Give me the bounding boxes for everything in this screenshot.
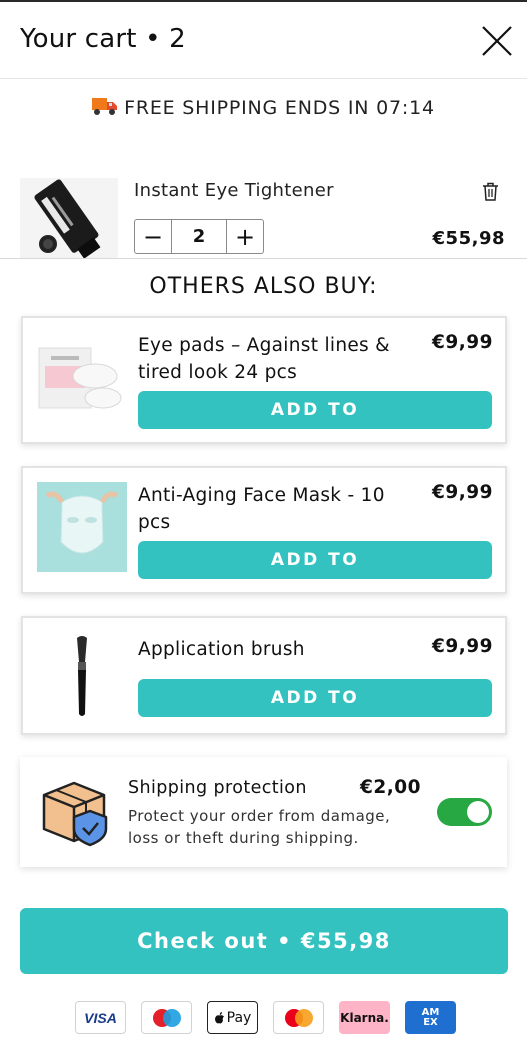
free-shipping-banner: FREE SHIPPING ENDS IN 07:14: [0, 96, 527, 121]
quantity-value[interactable]: 2: [171, 220, 227, 253]
quantity-stepper: − 2 +: [134, 219, 264, 254]
klarna-icon: Klarna.: [339, 1001, 390, 1034]
product-price: €9,99: [431, 332, 493, 353]
payment-methods: VISA Pay Klarna. AM EX: [75, 1001, 456, 1035]
upsell-card-face-mask: Anti-Aging Face Mask - 10 pcs €9,99 ADD …: [21, 466, 507, 594]
amex-label: AM EX: [421, 1006, 440, 1028]
toggle-knob: [467, 801, 489, 823]
mastercard-icon: [273, 1001, 324, 1034]
shipping-protection: Shipping protection €2,00 Protect your o…: [20, 757, 507, 867]
maestro-icon: [141, 1001, 192, 1034]
product-price: €9,99: [431, 636, 493, 657]
truck-icon: [92, 96, 118, 121]
divider: [0, 258, 527, 259]
upsell-card-eye-pads: Eye pads – Against lines & tired look 24…: [21, 316, 507, 444]
cart-title: Your cart • 2: [20, 24, 186, 54]
product-thumbnail: [20, 178, 118, 258]
visa-icon: VISA: [75, 1001, 126, 1034]
increase-quantity-button[interactable]: +: [227, 220, 263, 253]
product-price: €9,99: [431, 482, 493, 503]
shield-box-icon: [40, 777, 112, 847]
upsell-title: OTHERS ALSO BUY:: [149, 274, 378, 299]
face-mask-image: [37, 482, 127, 572]
brush-image: [37, 632, 127, 722]
checkout-button[interactable]: Check out • €55,98: [20, 908, 508, 974]
item-price: €55,98: [432, 228, 505, 249]
cart-item: Instant Eye Tightener − 2 + €55,98: [0, 168, 527, 258]
klarna-label: Klarna.: [340, 1010, 389, 1025]
eye-pads-image: [37, 336, 127, 426]
decrease-quantity-button[interactable]: −: [135, 220, 171, 253]
close-icon[interactable]: [478, 22, 516, 60]
cart-header: Your cart • 2: [0, 2, 527, 79]
banner-text: FREE SHIPPING ENDS IN 07:14: [124, 97, 435, 119]
trash-icon[interactable]: [482, 182, 499, 201]
product-name[interactable]: Anti-Aging Face Mask - 10 pcs: [138, 482, 403, 536]
visa-label: VISA: [84, 1009, 117, 1026]
amex-icon: AM EX: [405, 1001, 456, 1034]
product-name[interactable]: Application brush: [138, 636, 403, 663]
item-name[interactable]: Instant Eye Tightener: [134, 180, 334, 201]
apple-pay-icon: Pay: [207, 1001, 258, 1034]
add-to-cart-button[interactable]: ADD TO: [138, 541, 492, 579]
protection-price: €2,00: [360, 777, 422, 798]
protection-title: Shipping protection: [128, 778, 307, 798]
add-to-cart-button[interactable]: ADD TO: [138, 679, 492, 717]
protection-description: Protect your order from damage, loss or …: [128, 807, 391, 847]
protection-toggle[interactable]: [437, 798, 492, 826]
upsell-card-brush: Application brush €9,99 ADD TO: [21, 616, 507, 735]
add-to-cart-button[interactable]: ADD TO: [138, 391, 492, 429]
apple-pay-label: Pay: [226, 1009, 252, 1026]
product-name[interactable]: Eye pads – Against lines & tired look 24…: [138, 332, 403, 386]
